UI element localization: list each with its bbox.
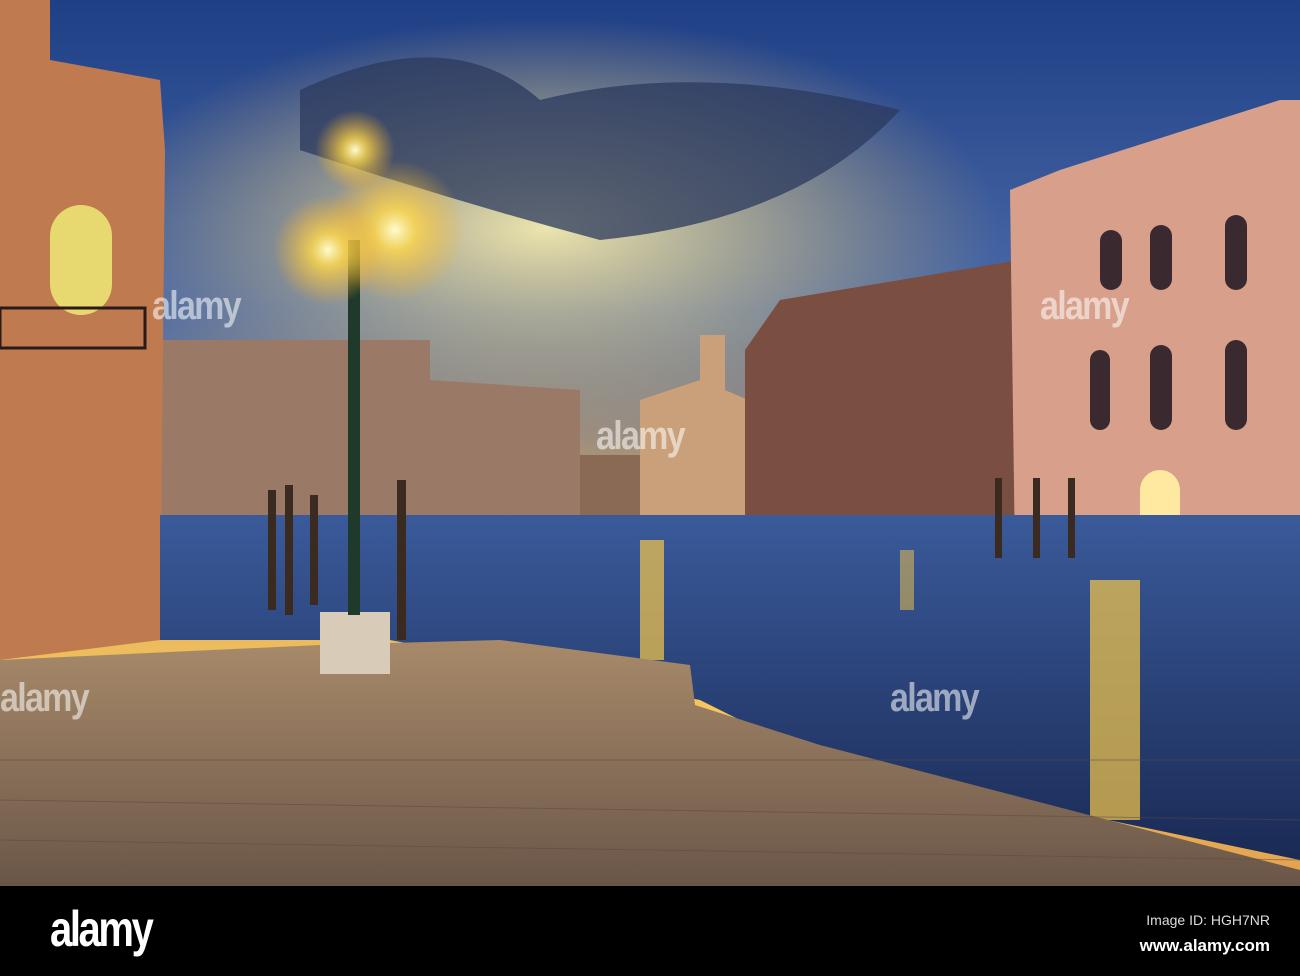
footer-bar: alamy Image ID: HGH7NR www.alamy.com (0, 886, 1300, 976)
watermark: alamy (152, 284, 242, 328)
watermark: alamy (890, 676, 980, 720)
watermark: alamy (1040, 284, 1130, 328)
alamy-logo: alamy (50, 901, 154, 957)
image-id: Image ID: HGH7NR (1146, 912, 1270, 928)
watermark: alamy (0, 676, 90, 720)
watermark: alamy (596, 414, 686, 458)
stock-photo: alamy alamy alamy alamy alamy alamy Imag… (0, 0, 1300, 976)
website-link: www.alamy.com (1139, 936, 1270, 955)
